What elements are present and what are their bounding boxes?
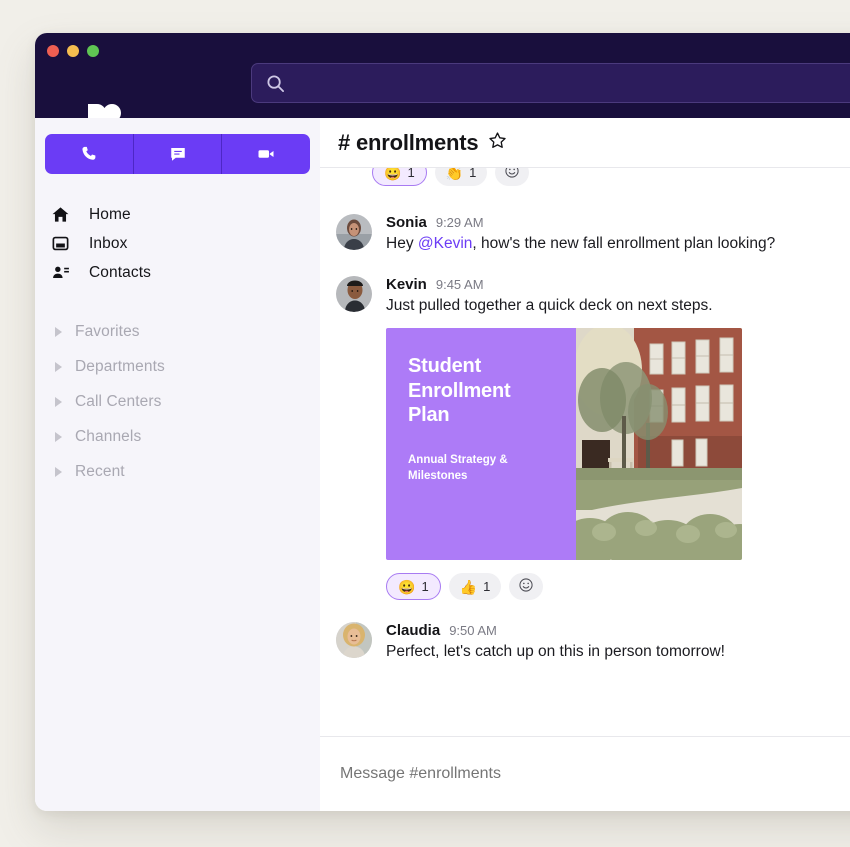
sidebar-group-label: Call Centers <box>75 393 161 411</box>
message-button[interactable] <box>134 134 223 174</box>
primary-nav: Home Inbox <box>35 200 320 287</box>
slide-subtitle: Annual Strategy & Milestones <box>408 453 556 484</box>
sidebar-item-contacts[interactable]: Contacts <box>35 258 320 287</box>
avatar[interactable] <box>336 214 372 250</box>
message-text: Just pulled together a quick deck on nex… <box>386 296 850 316</box>
message-author: Claudia <box>386 622 440 639</box>
chevron-right-icon <box>55 362 62 372</box>
slide-title: Student Enrollment Plan <box>408 354 556 427</box>
reaction-row: 😀 1 👍 1 <box>386 573 850 600</box>
sidebar-item-label: Contacts <box>89 264 151 282</box>
channel-header: # enrollments <box>320 118 850 168</box>
reaction-pill[interactable]: 👍 1 <box>449 573 502 600</box>
sidebar-item-home[interactable]: Home <box>35 200 320 229</box>
mention-link[interactable]: @Kevin <box>418 235 473 252</box>
reaction-count: 1 <box>421 579 428 594</box>
message-timestamp: 9:29 AM <box>436 215 484 230</box>
smiley-outline-icon <box>518 577 534 596</box>
add-reaction-button[interactable] <box>509 573 543 600</box>
call-action-bar <box>45 134 310 174</box>
chevron-right-icon <box>55 467 62 477</box>
message-meta: Sonia 9:29 AM <box>386 214 850 231</box>
sidebar-group-favorites[interactable]: Favorites <box>35 314 320 349</box>
reaction-pill[interactable]: 😀 1 <box>386 573 441 600</box>
message-input[interactable] <box>338 764 850 784</box>
emoji-thumbs-up-icon: 👍 <box>460 580 477 594</box>
close-button[interactable] <box>47 45 59 57</box>
message-item: Sonia 9:29 AM Hey @Kevin, how's the new … <box>336 204 850 254</box>
avatar[interactable] <box>336 276 372 312</box>
slide-photo <box>576 328 742 560</box>
contacts-icon <box>51 263 77 282</box>
slide-text-panel: Student Enrollment Plan Annual Strategy … <box>386 328 576 560</box>
chevron-right-icon <box>55 432 62 442</box>
minimize-button[interactable] <box>67 45 79 57</box>
sidebar-group-label: Channels <box>75 428 141 446</box>
search-icon <box>266 74 285 93</box>
sidebar-group-channels[interactable]: Channels <box>35 419 320 454</box>
video-icon <box>256 145 276 163</box>
window-body: Home Inbox <box>35 118 850 811</box>
search-input[interactable] <box>251 63 850 103</box>
sidebar-item-label: Home <box>89 206 131 224</box>
sidebar-group-call-centers[interactable]: Call Centers <box>35 384 320 419</box>
sidebar-item-inbox[interactable]: Inbox <box>35 229 320 258</box>
message-author: Sonia <box>386 214 427 231</box>
phone-icon <box>80 145 98 163</box>
sidebar-group-label: Recent <box>75 463 125 481</box>
reaction-row: 😀 1 👏 1 <box>372 168 529 186</box>
chat-panel: # enrollments 😀 1 👏 1 <box>320 118 850 811</box>
chevron-right-icon <box>55 397 62 407</box>
reaction-count: 1 <box>407 168 414 180</box>
window-controls <box>47 45 99 57</box>
reaction-count: 1 <box>483 579 490 594</box>
add-reaction-button[interactable] <box>495 168 529 186</box>
chevron-right-icon <box>55 327 62 337</box>
message-timestamp: 9:45 AM <box>436 277 484 292</box>
home-icon <box>51 205 77 224</box>
zoom-button[interactable] <box>87 45 99 57</box>
message-text: Perfect, let's catch up on this in perso… <box>386 642 850 662</box>
sidebar-item-label: Inbox <box>89 235 127 253</box>
message-item: Kevin 9:45 AM Just pulled together a qui… <box>336 254 850 600</box>
message-text-after: , how's the new fall enrollment plan loo… <box>472 235 775 252</box>
message-composer <box>320 736 850 811</box>
message-body: Kevin 9:45 AM Just pulled together a qui… <box>386 276 850 600</box>
attachment-slide-preview[interactable]: Student Enrollment Plan Annual Strategy … <box>386 328 742 560</box>
title-bar <box>35 33 850 118</box>
message-text: Hey @Kevin, how's the new fall enrollmen… <box>386 234 850 254</box>
message-text-before: Hey <box>386 235 418 252</box>
message-body: Sonia 9:29 AM Hey @Kevin, how's the new … <box>386 214 850 254</box>
app-window: Home Inbox <box>35 33 850 811</box>
message-item: Claudia 9:50 AM Perfect, let's catch up … <box>336 600 850 662</box>
chat-icon <box>169 145 187 163</box>
emoji-grinning-icon: 😀 <box>384 168 401 180</box>
sidebar-group-recent[interactable]: Recent <box>35 454 320 489</box>
message-meta: Kevin 9:45 AM <box>386 276 850 293</box>
sidebar: Home Inbox <box>35 118 320 811</box>
reaction-count: 1 <box>469 168 476 180</box>
sidebar-groups: Favorites Departments Call Centers Chann… <box>35 314 320 489</box>
emoji-clap-icon: 👏 <box>446 168 463 180</box>
reaction-pill[interactable]: 😀 1 <box>372 168 427 186</box>
message-body: Claudia 9:50 AM Perfect, let's catch up … <box>386 622 850 662</box>
smiley-outline-icon <box>504 168 520 182</box>
emoji-grinning-icon: 😀 <box>398 580 415 594</box>
sidebar-group-label: Departments <box>75 358 165 376</box>
video-call-button[interactable] <box>222 134 310 174</box>
sidebar-group-departments[interactable]: Departments <box>35 349 320 384</box>
reaction-pill[interactable]: 👏 1 <box>435 168 488 186</box>
sidebar-group-label: Favorites <box>75 323 140 341</box>
message-author: Kevin <box>386 276 427 293</box>
inbox-icon <box>51 234 77 253</box>
page-title: # enrollments <box>338 130 478 156</box>
star-outline-icon[interactable] <box>488 131 507 155</box>
message-meta: Claudia 9:50 AM <box>386 622 850 639</box>
phone-call-button[interactable] <box>45 134 134 174</box>
message-timestamp: 9:50 AM <box>449 623 497 638</box>
message-list: 😀 1 👏 1 <box>320 168 850 736</box>
avatar[interactable] <box>336 622 372 658</box>
